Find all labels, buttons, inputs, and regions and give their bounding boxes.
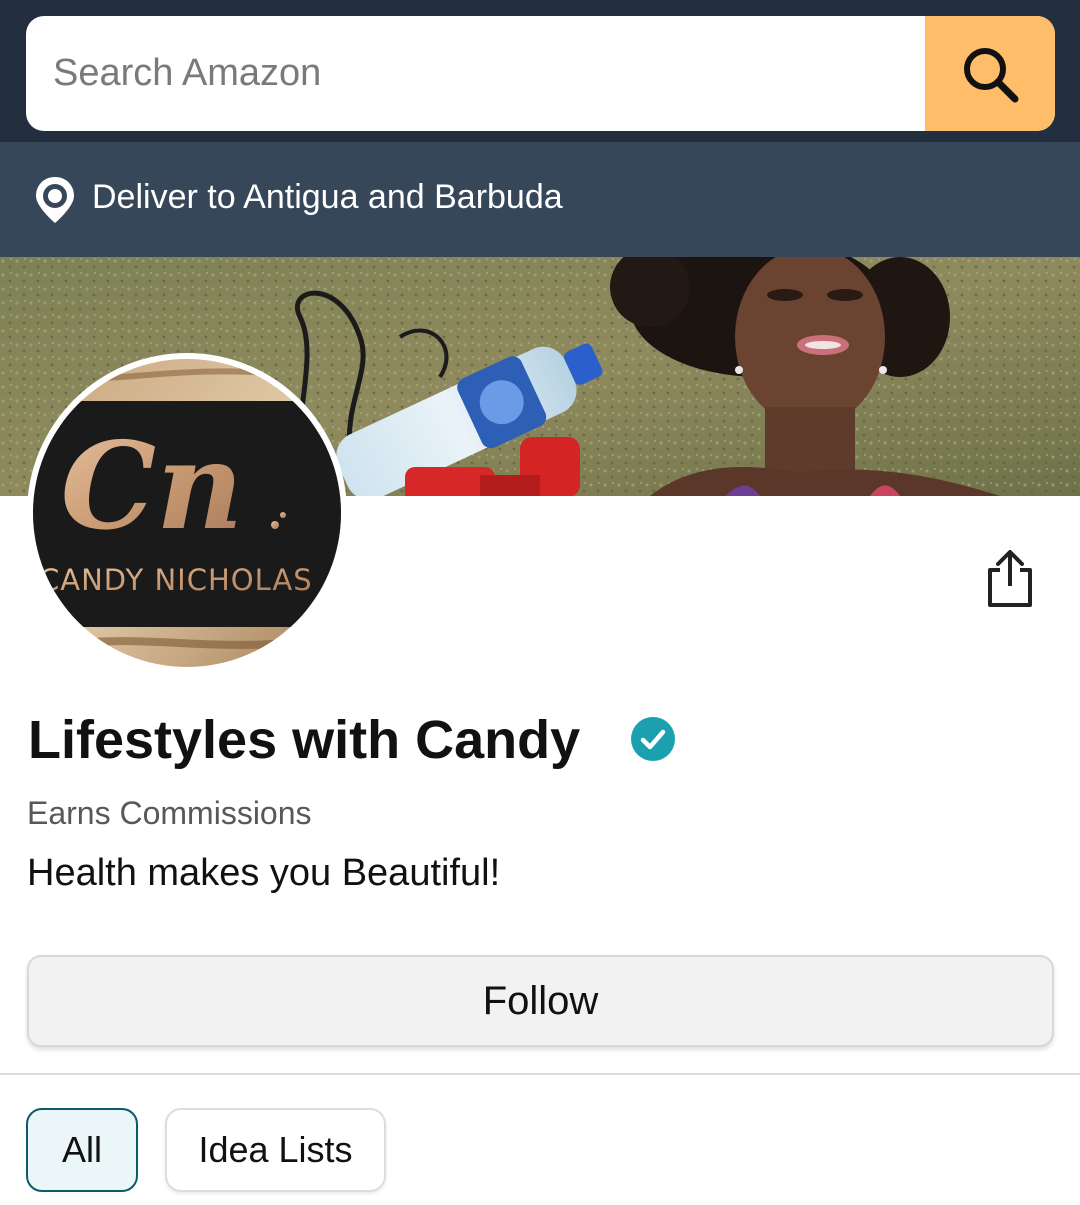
profile-avatar: Cn CANDY NICHOLAS [27, 353, 347, 673]
search-input[interactable] [26, 16, 924, 131]
search-icon [964, 47, 1019, 102]
logo-name: CANDY NICHOLAS [39, 563, 313, 597]
delivery-bar[interactable]: Deliver to Antigua and Barbuda [0, 142, 1080, 257]
tab-all[interactable]: All [26, 1108, 138, 1192]
commission-status: Earns Commissions [27, 795, 312, 831]
divider [0, 1073, 1080, 1075]
profile-name: Lifestyles with Candy [28, 710, 581, 770]
search-box[interactable] [26, 16, 1055, 131]
tab-idea-lists[interactable]: Idea Lists [165, 1108, 386, 1192]
location-pin-icon [36, 177, 74, 223]
delivery-location-text: Deliver to Antigua and Barbuda [92, 178, 563, 216]
logo-monogram: Cn [61, 416, 244, 557]
share-icon[interactable] [985, 548, 1035, 608]
profile-bio: Health makes you Beautiful! [27, 852, 501, 894]
verified-check-icon [631, 717, 675, 761]
top-bar [0, 0, 1080, 142]
search-button[interactable] [925, 16, 1055, 131]
follow-button[interactable]: Follow [27, 955, 1054, 1047]
